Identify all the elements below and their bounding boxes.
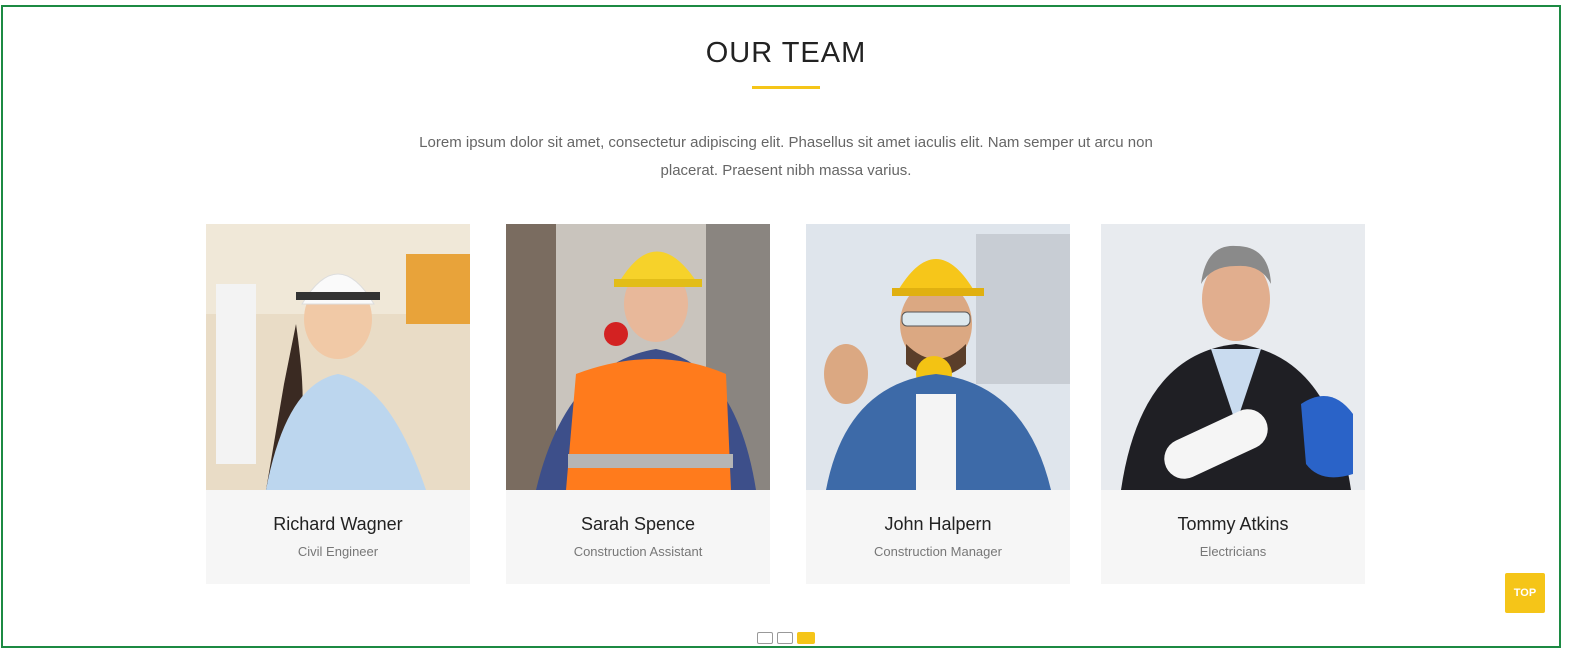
team-card[interactable]: Sarah Spence Construction Assistant (506, 224, 770, 584)
section-title: OUR TEAM (705, 37, 867, 69)
team-member-role: Electricians (1199, 544, 1267, 559)
team-member-name: Richard Wagner (273, 514, 403, 534)
team-card[interactable]: Richard Wagner Civil Engineer (206, 224, 470, 584)
title-underline (752, 86, 820, 89)
team-card[interactable]: John Halpern Construction Manager (806, 224, 1070, 584)
team-member-photo (506, 224, 770, 490)
team-member-role: Construction Assistant (573, 544, 703, 559)
pagination-dot[interactable] (757, 632, 773, 644)
team-member-photo (1101, 224, 1365, 490)
team-member-name: Tommy Atkins (1177, 514, 1289, 534)
pagination-dot-active[interactable] (797, 632, 815, 644)
team-section-header: OUR TEAM Lorem ipsum dolor sit amet, con… (372, 29, 1200, 215)
back-to-top-button[interactable]: TOP (1505, 573, 1545, 613)
team-member-name: John Halpern (884, 514, 992, 534)
section-intro: Lorem ipsum dolor sit amet, consectetur … (419, 134, 1153, 179)
team-member-photo (206, 224, 470, 490)
pagination-dot[interactable] (777, 632, 793, 644)
team-member-photo (806, 224, 1070, 490)
team-member-role: Civil Engineer (297, 544, 379, 559)
team-member-name: Sarah Spence (580, 514, 696, 534)
team-card[interactable]: Tommy Atkins Electricians (1101, 224, 1365, 584)
team-member-role: Construction Manager (874, 544, 1002, 559)
carousel-pagination (757, 632, 815, 646)
